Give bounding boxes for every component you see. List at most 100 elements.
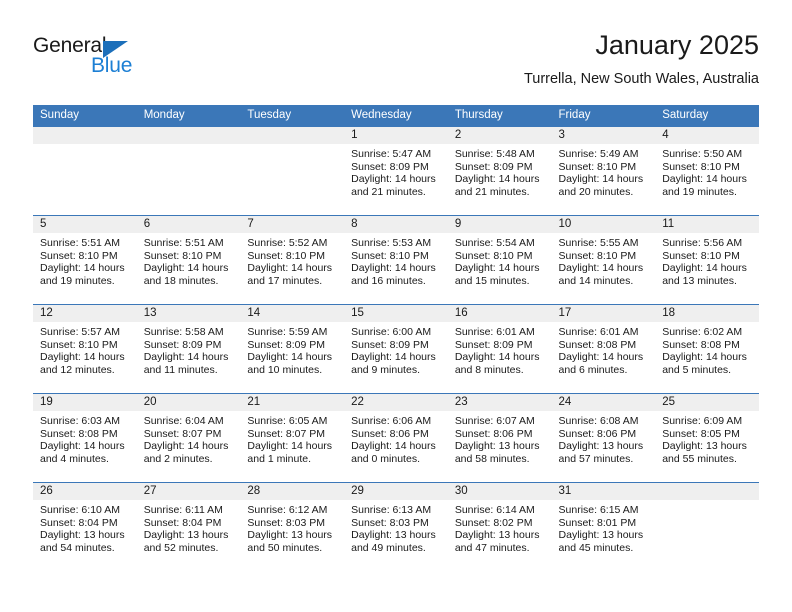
page-subtitle: Turrella, New South Wales, Australia [523,71,759,87]
sunset-text: Sunset: 8:10 PM [558,249,637,262]
calendar-day-cell[interactable]: 13 Sunrise: 5:58 AM Sunset: 8:09 PM Dayligh… [136,304,241,394]
day-number: 28 [240,483,345,500]
day-number: 15 [344,305,448,322]
sunset-text: Sunset: 8:10 PM [40,338,118,351]
calendar-day-cell[interactable]: 9 Sunrise: 5:54 AM Sunset: 8:10 PM Daylight… [447,215,552,305]
daylight-text-line1: Daylight: 14 hours [351,262,436,275]
daylight-text-line2: and 14 minutes. [558,274,634,287]
day-number: 11 [655,216,759,233]
sunset-text: Sunset: 8:02 PM [454,516,533,529]
sunrise-text: Sunrise: 6:03 AM [40,415,120,427]
calendar-day-cell[interactable]: 12 Sunrise: 5:57 AM Sunset: 8:10 PM Dayligh… [33,304,137,394]
day-number: 5 [33,216,137,233]
sunrise-text: Sunrise: 5:55 AM [558,237,639,249]
calendar-day-cell[interactable]: 8 Sunrise: 5:53 AM Sunset: 8:10 PM Daylight… [344,215,448,305]
sunrise-text: Sunrise: 6:10 AM [40,504,120,516]
calendar-day-cell-empty [655,482,759,572]
day-sun-info: Sunrise: 6:02 AM Sunset: 8:08 PM Daylight:… [655,322,759,376]
daylight-text-line2: and 18 minutes. [143,274,219,287]
calendar-day-cell[interactable]: 29 Sunrise: 6:13 AM Sunset: 8:03 PM Dayligh… [344,482,448,572]
sunrise-text: Sunrise: 5:50 AM [662,148,743,160]
daylight-text-line1: Daylight: 14 hours [247,440,333,453]
day-number: 3 [551,127,656,144]
calendar-day-cell[interactable]: 7 Sunrise: 5:52 AM Sunset: 8:10 PM Daylight… [240,215,345,305]
sunset-text: Sunset: 8:09 PM [351,160,429,173]
day-sun-info: Sunrise: 6:00 AM Sunset: 8:09 PM Daylight:… [344,322,448,376]
general-blue-logo[interactable]: General Blue [33,34,183,92]
calendar-day-cell[interactable]: 27 Sunrise: 6:11 AM Sunset: 8:04 PM Dayligh… [136,482,241,572]
day-number: 30 [447,483,552,500]
calendar-day-cell[interactable]: 30 Sunrise: 6:14 AM Sunset: 8:02 PM Dayligh… [447,482,552,572]
logo-text-blue: Blue [91,54,133,77]
calendar-day-cell[interactable]: 11 Sunrise: 5:56 AM Sunset: 8:10 PM Dayligh… [655,215,759,305]
sunset-text: Sunset: 8:04 PM [40,516,118,529]
calendar-day-cell[interactable]: 16 Sunrise: 6:01 AM Sunset: 8:09 PM Dayligh… [447,304,552,394]
day-sun-info: Sunrise: 5:51 AM Sunset: 8:10 PM Daylight:… [137,233,241,287]
day-sun-info: Sunrise: 6:05 AM Sunset: 8:07 PM Daylight:… [240,411,344,465]
sunset-text: Sunset: 8:04 PM [143,516,222,529]
daylight-text-line2: and 57 minutes. [558,452,634,465]
calendar-day-cell-empty [33,126,137,216]
day-sun-info: Sunrise: 5:50 AM Sunset: 8:10 PM Daylight:… [655,144,759,198]
day-sun-info: Sunrise: 6:14 AM Sunset: 8:02 PM Daylight:… [448,500,552,554]
sunset-text: Sunset: 8:06 PM [558,427,637,440]
day-number: 26 [33,483,137,500]
daylight-text-line1: Daylight: 13 hours [40,529,125,542]
calendar-day-cell[interactable]: 10 Sunrise: 5:55 AM Sunset: 8:10 PM Dayligh… [551,215,656,305]
day-number: 29 [344,483,448,500]
daylight-text-line1: Daylight: 13 hours [662,440,747,453]
calendar-week-row: 5 Sunrise: 5:51 AM Sunset: 8:10 PM Daylight… [33,215,759,305]
day-sun-info: Sunrise: 6:06 AM Sunset: 8:06 PM Daylight:… [344,411,448,465]
day-number: 14 [240,305,345,322]
calendar-day-cell[interactable]: 20 Sunrise: 6:04 AM Sunset: 8:07 PM Dayligh… [136,393,241,483]
day-number: 22 [344,394,448,411]
day-sun-info: Sunrise: 5:54 AM Sunset: 8:10 PM Daylight:… [448,233,552,287]
day-number [136,127,241,144]
sunset-text: Sunset: 8:09 PM [454,160,533,173]
day-sun-info: Sunrise: 6:12 AM Sunset: 8:03 PM Daylight:… [240,500,344,554]
calendar-day-cell[interactable]: 4 Sunrise: 5:50 AM Sunset: 8:10 PM Daylight… [655,126,759,216]
calendar-day-cell[interactable]: 25 Sunrise: 6:09 AM Sunset: 8:05 PM Dayligh… [655,393,759,483]
calendar-week-row: 19 Sunrise: 6:03 AM Sunset: 8:08 PM Dayligh… [33,393,759,483]
day-number: 10 [551,216,656,233]
daylight-text-line1: Daylight: 13 hours [454,529,540,542]
daylight-text-line1: Daylight: 14 hours [558,262,644,275]
calendar-day-cell[interactable]: 19 Sunrise: 6:03 AM Sunset: 8:08 PM Dayligh… [33,393,137,483]
daylight-text-line2: and 55 minutes. [662,452,737,465]
daylight-text-line1: Daylight: 14 hours [351,173,436,186]
daylight-text-line1: Daylight: 13 hours [143,529,229,542]
calendar-day-cell[interactable]: 3 Sunrise: 5:49 AM Sunset: 8:10 PM Daylight… [551,126,656,216]
sunrise-text: Sunrise: 5:47 AM [351,148,432,160]
daylight-text-line1: Daylight: 13 hours [558,529,644,542]
calendar-day-cell[interactable]: 2 Sunrise: 5:48 AM Sunset: 8:09 PM Daylight… [447,126,552,216]
calendar-day-cell[interactable]: 14 Sunrise: 5:59 AM Sunset: 8:09 PM Dayligh… [240,304,345,394]
sunrise-text: Sunrise: 6:06 AM [351,415,432,427]
daylight-text-line2: and 21 minutes. [351,185,426,198]
calendar-day-cell[interactable]: 17 Sunrise: 6:01 AM Sunset: 8:08 PM Dayligh… [551,304,656,394]
day-sun-info: Sunrise: 5:49 AM Sunset: 8:10 PM Daylight:… [552,144,656,198]
calendar-day-cell[interactable]: 31 Sunrise: 6:15 AM Sunset: 8:01 PM Dayligh… [551,482,656,572]
calendar-day-cell[interactable]: 26 Sunrise: 6:10 AM Sunset: 8:04 PM Dayligh… [33,482,137,572]
calendar-day-cell[interactable]: 24 Sunrise: 6:08 AM Sunset: 8:06 PM Dayligh… [551,393,656,483]
calendar-day-cell[interactable]: 18 Sunrise: 6:02 AM Sunset: 8:08 PM Dayligh… [655,304,759,394]
calendar-day-cell[interactable]: 28 Sunrise: 6:12 AM Sunset: 8:03 PM Dayligh… [240,482,345,572]
day-number: 6 [136,216,241,233]
day-number: 9 [447,216,552,233]
sunrise-text: Sunrise: 6:12 AM [247,504,328,516]
sunrise-text: Sunrise: 6:02 AM [662,326,743,338]
weekday-header-thursday: Thursday [447,105,552,127]
daylight-text-line2: and 58 minutes. [454,452,530,465]
calendar-day-cell[interactable]: 5 Sunrise: 5:51 AM Sunset: 8:10 PM Daylight… [33,215,137,305]
sunset-text: Sunset: 8:03 PM [247,516,326,529]
daylight-text-line2: and 9 minutes. [351,363,420,376]
calendar-day-cell[interactable]: 15 Sunrise: 6:00 AM Sunset: 8:09 PM Dayligh… [344,304,448,394]
calendar-day-cell[interactable]: 6 Sunrise: 5:51 AM Sunset: 8:10 PM Daylight… [136,215,241,305]
calendar-day-cell-empty [240,126,345,216]
calendar-day-cell[interactable]: 22 Sunrise: 6:06 AM Sunset: 8:06 PM Dayligh… [344,393,448,483]
calendar-day-cell[interactable]: 1 Sunrise: 5:47 AM Sunset: 8:09 PM Daylight… [344,126,448,216]
sunrise-text: Sunrise: 6:00 AM [351,326,432,338]
sunset-text: Sunset: 8:09 PM [351,338,429,351]
calendar-day-cell[interactable]: 21 Sunrise: 6:05 AM Sunset: 8:07 PM Dayligh… [240,393,345,483]
calendar-day-cell[interactable]: 23 Sunrise: 6:07 AM Sunset: 8:06 PM Dayligh… [447,393,552,483]
daylight-text-line2: and 15 minutes. [454,274,530,287]
